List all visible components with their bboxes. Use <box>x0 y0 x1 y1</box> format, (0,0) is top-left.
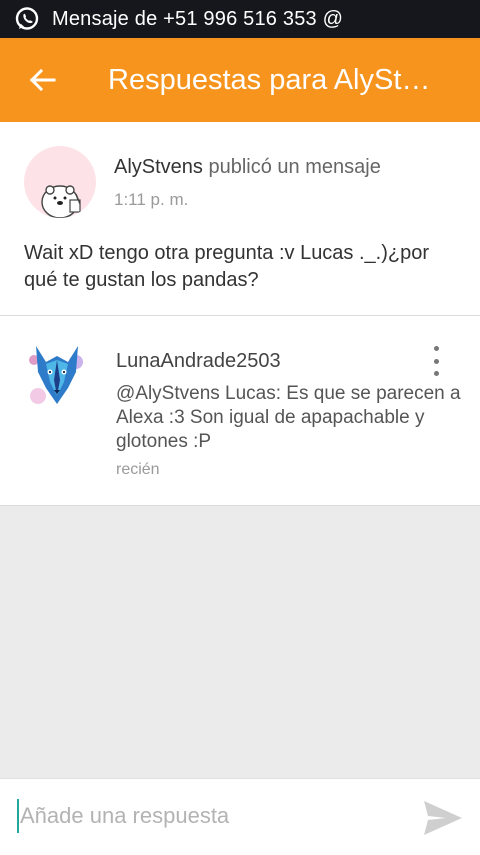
post-body: Wait xD tengo otra pregunta :v Lucas ._.… <box>24 242 430 291</box>
page-title: Respuestas para AlySt… <box>108 63 431 96</box>
app-bar: Respuestas para AlySt… <box>0 38 480 122</box>
post-timestamp: 1:11 p. m. <box>114 190 189 209</box>
avatar[interactable] <box>24 340 90 410</box>
send-button[interactable] <box>422 799 464 837</box>
reply-body: @AlyStvens Lucas: Es que se parecen a Al… <box>116 383 461 452</box>
reply-item: LunaAndrade2503 @AlyStvens Lucas: Es que… <box>0 316 480 506</box>
post-author[interactable]: AlyStvens <box>114 156 203 178</box>
original-post: AlyStvens publicó un mensaje 1:11 p. m. … <box>0 122 480 316</box>
post-action: publicó un mensaje <box>202 156 381 178</box>
back-button[interactable] <box>22 60 62 100</box>
notification-text: Mensaje de +51 996 516 353 @ <box>52 7 344 30</box>
status-bar: Mensaje de +51 996 516 353 @ <box>0 0 480 38</box>
reply-timestamp: recién <box>116 461 160 478</box>
reply-author[interactable]: LunaAndrade2503 <box>116 350 281 373</box>
polar-bear-avatar-icon <box>41 185 81 218</box>
arrow-back-icon <box>29 68 56 92</box>
reply-composer <box>0 778 480 855</box>
send-icon <box>424 801 462 835</box>
reply-input[interactable] <box>20 793 400 839</box>
avatar[interactable] <box>24 146 96 218</box>
whatsapp-icon <box>15 7 39 30</box>
post-header: AlyStvens publicó un mensaje <box>114 156 381 179</box>
text-cursor <box>17 799 19 833</box>
more-vert-icon <box>433 346 439 351</box>
more-options-button[interactable] <box>424 346 448 376</box>
wolf-avatar-icon <box>29 346 83 404</box>
